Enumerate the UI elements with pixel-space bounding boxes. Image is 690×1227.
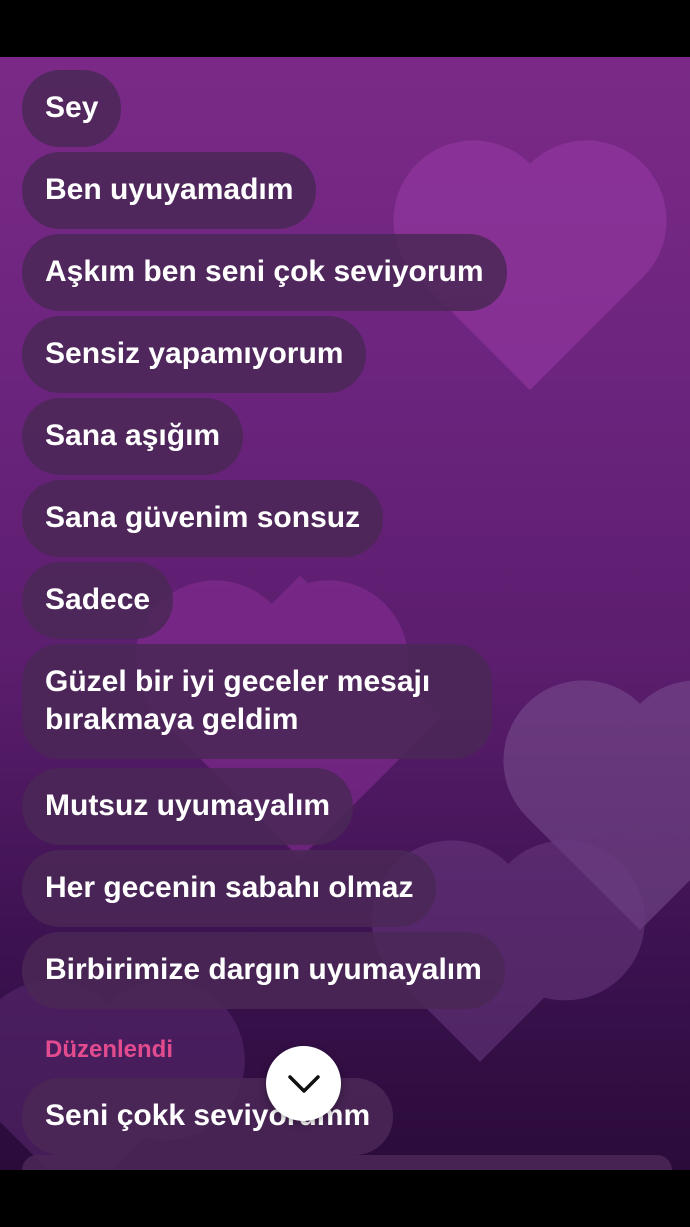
message-text: Sana güvenim sonsuz xyxy=(45,501,361,534)
bottom-bar xyxy=(0,1170,690,1227)
message-bubble[interactable]: Her gecenin sabahı olmaz xyxy=(22,850,437,927)
message-text: Birbirimize dargın uyumayalım xyxy=(45,953,482,986)
message-text: Her gecenin sabahı olmaz xyxy=(45,871,414,904)
scroll-to-bottom-button[interactable] xyxy=(266,1046,341,1121)
message-text: Sensiz yapamıyorum xyxy=(45,337,344,370)
message-bubble[interactable]: Sadece xyxy=(22,562,174,639)
status-bar xyxy=(0,0,690,57)
message-bubble[interactable]: Aşkım ben seni çok seviyorum xyxy=(22,234,507,311)
message-text: Sadece xyxy=(45,583,151,616)
edited-label: Düzenlendi xyxy=(45,1036,174,1063)
message-bubble[interactable]: Sensiz yapamıyorum xyxy=(22,316,367,393)
message-bubble[interactable]: Birbirimize dargın uyumayalım xyxy=(22,932,505,1009)
message-text: Aşkım ben seni çok seviyorum xyxy=(45,255,484,288)
message-bubble[interactable]: Mutsuz uyumayalım xyxy=(22,768,354,845)
message-bubble[interactable]: Sana aşığım xyxy=(22,398,244,475)
message-text: Sana aşığım xyxy=(45,419,221,452)
message-text: Ben uyuyamadım xyxy=(45,173,294,206)
chevron-down-icon xyxy=(287,1074,320,1093)
message-bubble[interactable]: Sey xyxy=(22,70,122,147)
message-text: Mutsuz uyumayalım xyxy=(45,789,331,822)
message-bubble[interactable]: Ben uyuyamadım xyxy=(22,152,317,229)
message-bubble[interactable]: Güzel bir iyi geceler mesajı bırakmaya g… xyxy=(22,644,492,759)
message-text: Güzel bir iyi geceler mesajı bırakmaya g… xyxy=(45,665,431,736)
partial-message-bubble xyxy=(22,1155,672,1170)
message-text: Sey xyxy=(45,91,99,124)
message-bubble[interactable]: Sana güvenim sonsuz xyxy=(22,480,384,557)
